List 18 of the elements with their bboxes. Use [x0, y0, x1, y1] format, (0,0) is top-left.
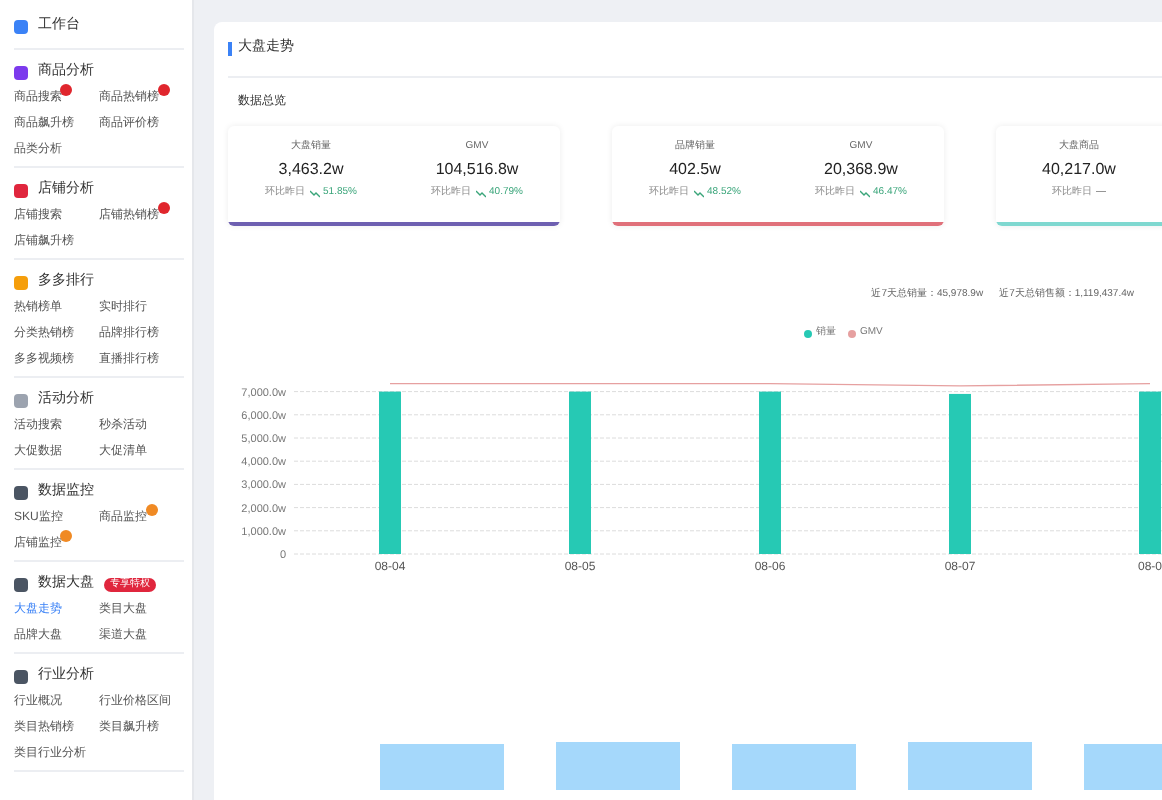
section-icon — [14, 485, 28, 499]
trend-down-icon — [859, 189, 870, 197]
trend-down-icon — [475, 189, 486, 197]
trend-down-icon — [693, 189, 704, 197]
stat-value: 104,516.8w — [435, 160, 519, 180]
section-icon — [14, 275, 28, 289]
stat-value: 402.5w — [669, 160, 721, 180]
section-icon — [14, 577, 28, 591]
trend-down-icon — [309, 189, 320, 197]
section-icon — [14, 19, 28, 33]
section-icon — [14, 65, 28, 79]
stat-value: 20,368.9w — [824, 160, 898, 180]
section-icon — [14, 393, 28, 407]
title-marker — [228, 42, 232, 56]
stat-value: 3,463.2w — [278, 160, 344, 180]
section-icon — [14, 669, 28, 683]
stat-value: 40,217.0w — [1042, 160, 1116, 180]
section-icon — [14, 183, 28, 197]
